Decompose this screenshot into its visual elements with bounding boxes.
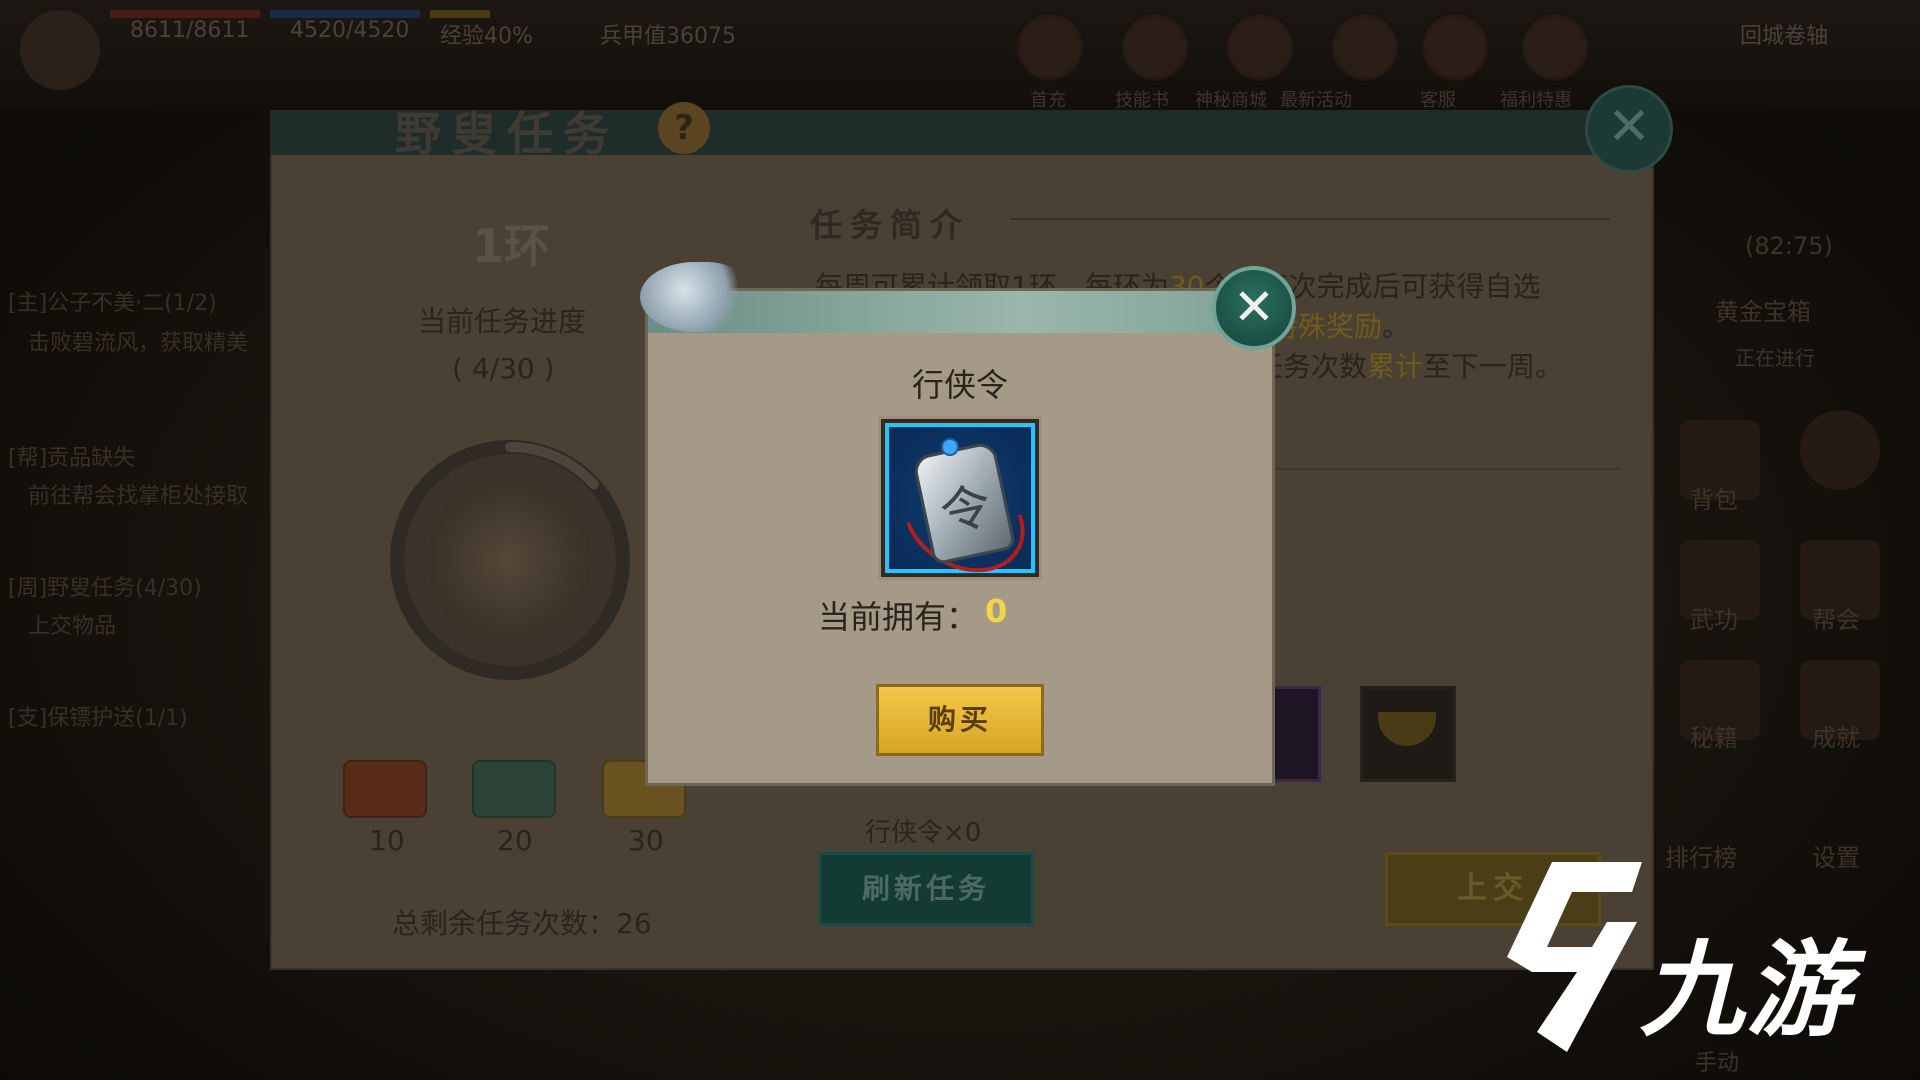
own-value: 0 [985,592,1008,630]
buy-button[interactable]: 购买 [876,684,1044,756]
shop-icon[interactable] [1225,12,1295,82]
menu-label: 神秘商城 [1195,90,1267,111]
blossom-decoration [640,262,750,332]
return-scroll-label[interactable]: 回城卷轴 [1740,18,1828,50]
chest-threshold: 10 [369,824,405,857]
kungfu-label: 武功 [1690,606,1738,634]
player-avatar[interactable] [20,10,100,90]
ranking-label[interactable]: 排行榜 [1665,838,1737,873]
mp-bar [270,10,420,18]
skill-book-icon[interactable] [1120,12,1190,82]
quest-tracker-item[interactable]: [支]保镖护送(1/1) [8,700,188,732]
intro-highlight: 累计 [1367,350,1424,383]
own-label: 当前拥有： [818,598,979,636]
grid-menu-icon[interactable] [1800,410,1880,490]
exp-bar [430,10,490,18]
menu-label: 福利特惠 [1500,90,1572,111]
ring-label: 1环 [472,219,551,273]
intro-line: 任务次数累计至下一周。 [1255,345,1563,385]
progress-value: ( 4/30 ) [452,352,555,385]
panel-close-button[interactable]: ✕ [1585,85,1673,173]
remaining-count: 总剩余任务次数：26 [392,907,652,940]
mp-text: 4520/4520 [290,18,410,43]
blue-bead-decoration [941,438,959,456]
quest-tracker-item[interactable]: [周]野叟任务(4/30) [8,570,202,602]
welfare-icon[interactable] [1520,12,1590,82]
quest-tracker-item[interactable]: [主]公子不美·二(1/2) [8,285,217,317]
settings-label[interactable]: 设置 [1812,838,1860,873]
hp-bar [110,10,260,18]
menu-label: 客服 [1420,90,1456,111]
popup-close-button[interactable]: ✕ [1212,266,1296,350]
first-charge-icon[interactable] [1015,12,1085,82]
progress-label: 当前任务进度 [418,305,587,338]
chest-10-icon[interactable] [343,760,427,818]
chest-20-icon[interactable] [472,760,556,818]
refresh-task-button[interactable]: 刷新任务 [818,852,1034,926]
watermark-text: 九游 [1640,929,1853,1051]
event-timer: (82:75) [1745,232,1833,260]
exp-text: 经验40% [440,24,533,49]
achievement-label: 成就 [1812,724,1860,752]
chest-threshold: 30 [628,824,664,857]
manual-label: 秘籍 [1690,724,1738,752]
event-icon[interactable] [1330,12,1400,82]
event-status: 正在进行 [1735,346,1815,370]
guild-label: 帮会 [1812,606,1860,634]
token-count: 行侠令×0 [865,818,982,848]
popup-title: 行侠令 [911,366,1008,404]
intro-divider [1010,218,1610,220]
quest-tracker-item[interactable]: [帮]贡品缺失 [8,440,135,472]
panel-title: 野叟任务 [395,107,619,161]
bag-label: 背包 [1690,486,1738,514]
jiuyou-logo-icon [1507,862,1642,1052]
help-button[interactable]: ? [658,102,710,154]
quest-tracker-detail: 上交物品 [28,614,117,639]
quest-tracker-detail: 前往帮会找掌柜处接取 [28,484,249,509]
event-title[interactable]: 黄金宝箱 [1715,292,1811,327]
armor-text: 兵甲值36075 [600,24,736,49]
beast-emblem-icon [428,478,592,642]
quest-tracker-detail: 击败碧流风，获取精美 [28,331,249,356]
chest-threshold: 20 [497,824,533,857]
hp-text: 8611/8611 [130,18,250,43]
menu-label: 技能书 [1115,90,1169,111]
intro-text: 至下一周。 [1423,350,1564,383]
menu-label: 最新活动 [1280,90,1352,111]
intro-text: 。 [1382,310,1411,343]
intro-title: 任务简介 [810,206,971,244]
service-icon[interactable] [1420,12,1490,82]
menu-label: 首充 [1030,90,1066,111]
